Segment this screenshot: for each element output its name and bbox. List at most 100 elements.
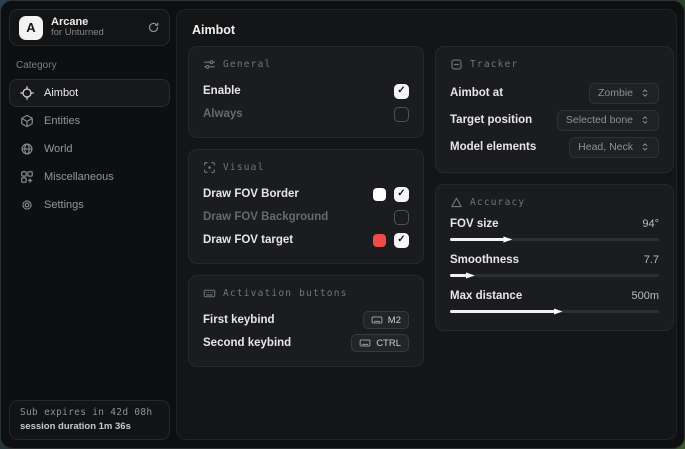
slider-thumb[interactable]: [450, 238, 504, 241]
target-position-dropdown[interactable]: Selected bone: [557, 110, 659, 131]
page-title: Aimbot: [192, 23, 676, 37]
card-title: Visual: [223, 162, 265, 173]
accuracy-card: Accuracy FOV size 94°: [435, 184, 674, 331]
setting-row-fov-border: Draw FOV Border: [203, 183, 409, 205]
slider-value: 7.7: [644, 254, 659, 266]
app-logo: A: [19, 16, 43, 40]
setting-row-fov-background: Draw FOV Background: [203, 206, 409, 228]
color-swatch[interactable]: [373, 234, 386, 247]
card-title: Tracker: [470, 59, 518, 70]
always-checkbox[interactable]: [394, 107, 409, 122]
keyboard-icon: [203, 287, 216, 300]
fov-target-checkbox[interactable]: [394, 233, 409, 248]
keybind-value: CTRL: [376, 338, 401, 349]
setting-row-target-position: Target position Selected bone: [450, 107, 659, 133]
enable-checkbox[interactable]: [394, 84, 409, 99]
slider-thumb[interactable]: [450, 274, 467, 277]
setting-label: Second keybind: [203, 337, 291, 349]
app-subtitle: for Unturned: [51, 28, 139, 39]
keybind-value: M2: [388, 315, 401, 326]
triangle-icon: [450, 196, 463, 209]
grid-icon: [20, 170, 34, 184]
cube-icon: [20, 114, 34, 128]
app-header: A Arcane for Unturned: [9, 9, 170, 46]
sidebar-item-settings[interactable]: Settings: [9, 191, 170, 219]
slider-value: 94°: [642, 218, 659, 230]
slider-value: 500m: [631, 290, 659, 302]
general-card: General Enable Always: [188, 46, 424, 138]
card-title: General: [223, 59, 271, 70]
fov-border-checkbox[interactable]: [394, 187, 409, 202]
setting-row-smoothness: Smoothness 7.7: [450, 254, 659, 280]
card-title: Accuracy: [470, 197, 525, 208]
setting-label: Max distance: [450, 290, 522, 302]
aimbot-at-dropdown[interactable]: Zombie: [589, 83, 659, 104]
keyboard-icon: [371, 314, 383, 326]
setting-row-model-elements: Model elements Head, Neck: [450, 134, 659, 160]
setting-row-enable: Enable: [203, 80, 409, 102]
model-elements-dropdown[interactable]: Head, Neck: [569, 137, 659, 158]
setting-label: Draw FOV Border: [203, 188, 299, 200]
setting-label: FOV size: [450, 218, 499, 230]
sidebar-item-miscellaneous[interactable]: Miscellaneous: [9, 163, 170, 191]
fov-background-checkbox[interactable]: [394, 210, 409, 225]
slider-track: [450, 274, 659, 277]
sidebar: A Arcane for Unturned Category Aimbot: [9, 9, 170, 440]
gear-icon: [20, 198, 34, 212]
subscription-expiry: Sub expires in 42d 08h: [20, 407, 159, 418]
setting-label: Smoothness: [450, 254, 519, 266]
sidebar-item-world[interactable]: World: [9, 135, 170, 163]
refresh-icon[interactable]: [147, 21, 160, 34]
color-swatch[interactable]: [373, 188, 386, 201]
setting-row-first-keybind: First keybind M2: [203, 309, 409, 331]
dropdown-value: Selected bone: [566, 114, 633, 126]
chevrons-up-down-icon: [640, 142, 650, 152]
setting-label: Draw FOV Background: [203, 211, 328, 223]
setting-row-max-distance: Max distance 500m: [450, 290, 659, 316]
slider-thumb[interactable]: [450, 310, 555, 313]
setting-label: Enable: [203, 85, 241, 97]
sidebar-item-label: Settings: [44, 199, 84, 211]
setting-row-fov-target: Draw FOV target: [203, 229, 409, 251]
setting-label: Aimbot at: [450, 87, 503, 99]
sidebar-item-label: Miscellaneous: [44, 171, 114, 183]
setting-label: Target position: [450, 114, 532, 126]
sidebar-item-label: Aimbot: [44, 87, 78, 99]
globe-icon: [20, 142, 34, 156]
max-distance-slider[interactable]: [450, 307, 659, 316]
setting-label: Model elements: [450, 141, 536, 153]
tracker-card: Tracker Aimbot at Zombie: [435, 46, 674, 173]
session-duration: session duration 1m 36s: [20, 421, 159, 432]
activation-card: Activation buttons First keybind M2: [188, 275, 424, 367]
visual-card: Visual Draw FOV Border Draw FOV Backgrou…: [188, 149, 424, 264]
sliders-icon: [203, 58, 216, 71]
setting-row-fov-size: FOV size 94°: [450, 218, 659, 244]
first-keybind-button[interactable]: M2: [363, 311, 409, 329]
sidebar-item-label: World: [44, 143, 73, 155]
tracker-icon: [450, 58, 463, 71]
app-window: A Arcane for Unturned Category Aimbot: [0, 0, 685, 449]
setting-label: Always: [203, 108, 243, 120]
setting-label: First keybind: [203, 314, 275, 326]
scan-eye-icon: [203, 161, 216, 174]
keyboard-icon: [359, 337, 371, 349]
second-keybind-button[interactable]: CTRL: [351, 334, 409, 352]
category-label: Category: [16, 60, 170, 71]
card-title: Activation buttons: [223, 288, 348, 299]
sidebar-item-entities[interactable]: Entities: [9, 107, 170, 135]
chevrons-up-down-icon: [640, 88, 650, 98]
crosshair-icon: [20, 86, 34, 100]
subscription-box: Sub expires in 42d 08h session duration …: [9, 400, 170, 440]
smoothness-slider[interactable]: [450, 271, 659, 280]
app-title-block: Arcane for Unturned: [51, 16, 139, 40]
dropdown-value: Head, Neck: [578, 141, 633, 153]
setting-row-second-keybind: Second keybind CTRL: [203, 332, 409, 354]
fov-size-slider[interactable]: [450, 235, 659, 244]
setting-label: Draw FOV target: [203, 234, 293, 246]
chevrons-up-down-icon: [640, 115, 650, 125]
sidebar-item-label: Entities: [44, 115, 80, 127]
sidebar-item-aimbot[interactable]: Aimbot: [9, 79, 170, 107]
main-panel: Aimbot General Enable: [176, 9, 677, 440]
dropdown-value: Zombie: [598, 87, 633, 99]
setting-row-aimbot-at: Aimbot at Zombie: [450, 80, 659, 106]
